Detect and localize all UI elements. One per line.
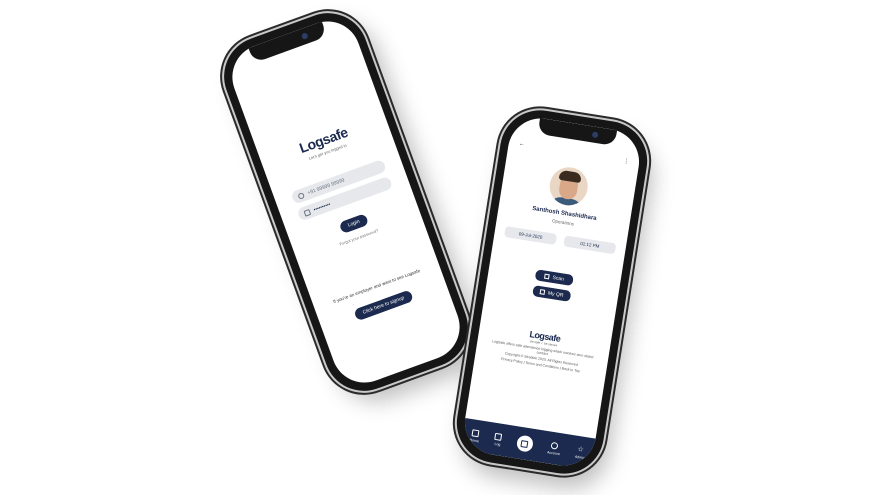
dashboard-screen: ← ⋮ Santhosh Shashidhara Operations 09-J… (460, 113, 644, 471)
date-badge: 09-Jul-2020 (504, 225, 558, 245)
qr-code-icon (539, 289, 546, 295)
dashboard-phone: ← ⋮ Santhosh Shashidhara Operations 09-J… (451, 104, 653, 480)
account-icon (550, 441, 559, 450)
camera-icon (591, 131, 599, 139)
my-qr-button[interactable]: My QR (532, 285, 572, 302)
signup-button[interactable]: Click here to signup (353, 289, 414, 322)
footer: Logsafe be safe ✓ be secure LogSafe offe… (475, 321, 611, 379)
nav-home[interactable]: Home (469, 428, 480, 443)
avatar (547, 164, 591, 209)
login-button[interactable]: Login (338, 213, 370, 235)
star-icon: ☆ (576, 445, 585, 454)
top-bar: ← ⋮ (518, 141, 630, 165)
my-qr-label: My QR (547, 289, 564, 299)
scan-icon (544, 273, 551, 280)
logsafe-logo: Logsafe (297, 123, 350, 157)
more-vert-icon[interactable]: ⋮ (623, 158, 630, 166)
home-icon (471, 428, 480, 437)
nav-qr[interactable] (515, 434, 534, 453)
scan-button[interactable]: Scan (534, 269, 574, 287)
bottom-nav: Home Log Account ☆ Admin (460, 417, 596, 471)
password-value: •••••••••• (312, 201, 332, 213)
user-icon (297, 191, 305, 200)
camera-icon (300, 32, 309, 40)
log-icon (494, 432, 503, 441)
arrow-left-icon[interactable]: ← (518, 141, 525, 149)
scan-label: Scan (552, 274, 565, 283)
nav-log[interactable]: Log (494, 432, 503, 446)
nav-account[interactable]: Account (547, 441, 562, 456)
nav-admin[interactable]: ☆ Admin (575, 445, 587, 459)
login-phone: Logsafe Let's get you logged in +91 9999… (212, 1, 480, 403)
login-screen: Logsafe Let's get you logged in +91 9999… (223, 12, 469, 392)
qr-code-icon (520, 439, 529, 448)
lock-icon (303, 208, 312, 217)
notch (537, 117, 618, 146)
time-badge: 01:12 PM (563, 235, 617, 255)
